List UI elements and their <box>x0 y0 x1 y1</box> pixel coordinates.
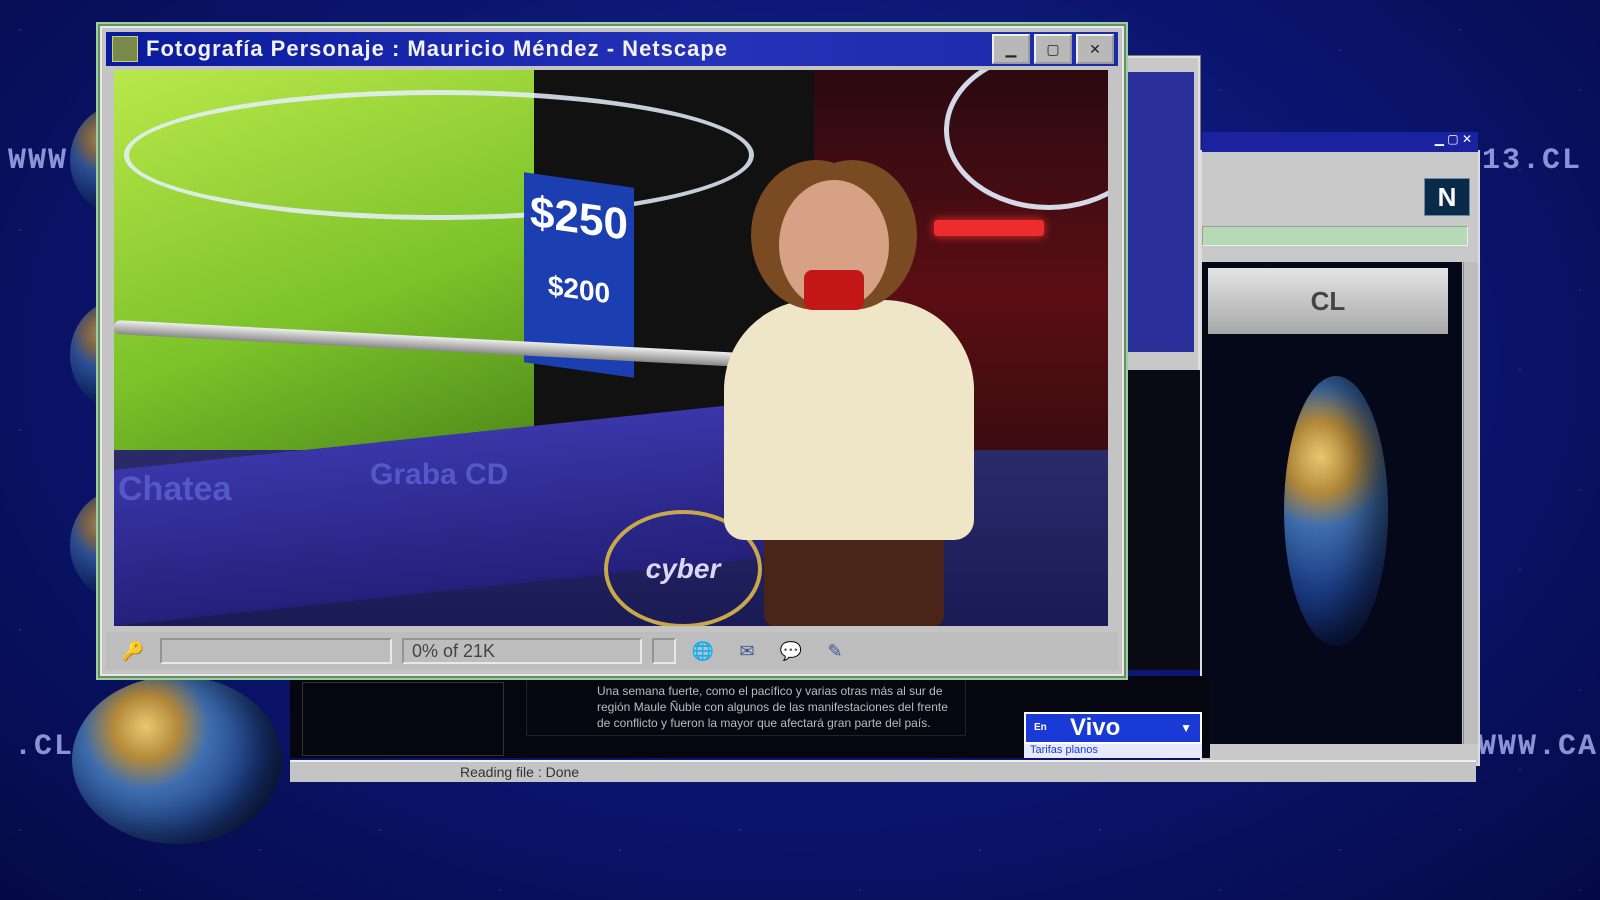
scrollbar[interactable] <box>1463 262 1478 744</box>
discussion-icon[interactable]: 💬 <box>774 639 808 663</box>
progress-bar <box>652 638 676 664</box>
composer-icon[interactable]: ✎ <box>818 639 852 663</box>
background-window-content <box>1114 72 1194 352</box>
window-title: Fotografía Personaje : Mauricio Méndez -… <box>146 36 729 61</box>
close-button[interactable]: ✕ <box>1076 34 1114 64</box>
site-logo: CL <box>1208 268 1448 334</box>
ticker-left-top: WWW <box>8 144 69 178</box>
ticker-right-bottom: WWW.CA <box>1478 730 1599 764</box>
navigator-icon[interactable]: 🌐 <box>686 639 720 663</box>
bottom-status-bar: Reading file : Done <box>290 760 1476 782</box>
ticker-right-top: 13.CL <box>1482 144 1583 178</box>
netscape-app-icon <box>112 36 138 62</box>
photo-viewport: $250 $200 Chatea Graba CD cyber <box>114 70 1108 626</box>
en-vivo-label: Vivo <box>1070 714 1121 741</box>
security-icon[interactable]: 🔑 <box>116 639 150 663</box>
scene-brand-chatea: Chatea <box>118 470 232 508</box>
sidebar-box <box>302 682 504 756</box>
chevron-down-icon: ▼ <box>1180 721 1192 735</box>
dropdown-option[interactable]: Tarifas planos <box>1024 744 1202 758</box>
globe-icon <box>1284 376 1388 646</box>
scene-brand-graba: Graba CD <box>370 458 509 491</box>
status-field <box>160 638 392 664</box>
right-window-content: CL <box>1202 262 1462 744</box>
mail-icon[interactable]: ✉ <box>730 639 764 663</box>
scene-light-ring <box>124 90 754 220</box>
price-main: $250 <box>530 187 628 250</box>
article-box: Una semana fuerte, como el pacífico y va… <box>526 676 966 736</box>
article-text: Una semana fuerte, como el pacífico y va… <box>597 684 948 730</box>
titlebar[interactable]: Fotografía Personaje : Mauricio Méndez -… <box>106 32 1118 66</box>
status-bar: 🔑 0% of 21K 🌐 ✉ 💬 ✎ <box>106 632 1118 670</box>
en-vivo-prefix: En <box>1034 722 1047 733</box>
ticker-left-bottom: .CL <box>14 730 75 764</box>
globe-icon <box>72 676 282 844</box>
progress-field: 0% of 21K <box>402 638 642 664</box>
scene-led-sign <box>934 220 1044 236</box>
maximize-button[interactable]: ▢ <box>1034 34 1072 64</box>
person-scarf <box>804 270 864 310</box>
status-text: Reading file : Done <box>460 764 580 780</box>
right-browser-window[interactable]: ▁ ▢ ✕ N CL <box>1200 132 1480 766</box>
en-vivo-dropdown[interactable]: En Vivo ▼ <box>1024 712 1202 744</box>
price-sub: $200 <box>547 269 611 310</box>
netscape-window[interactable]: Fotografía Personaje : Mauricio Méndez -… <box>100 26 1124 676</box>
right-window-titlebar[interactable]: ▁ ▢ ✕ <box>1202 132 1478 152</box>
right-url-field[interactable] <box>1202 226 1468 246</box>
minimize-button[interactable]: ▁ <box>992 34 1030 64</box>
netscape-logo-icon: N <box>1424 178 1470 216</box>
person-body <box>724 300 974 540</box>
